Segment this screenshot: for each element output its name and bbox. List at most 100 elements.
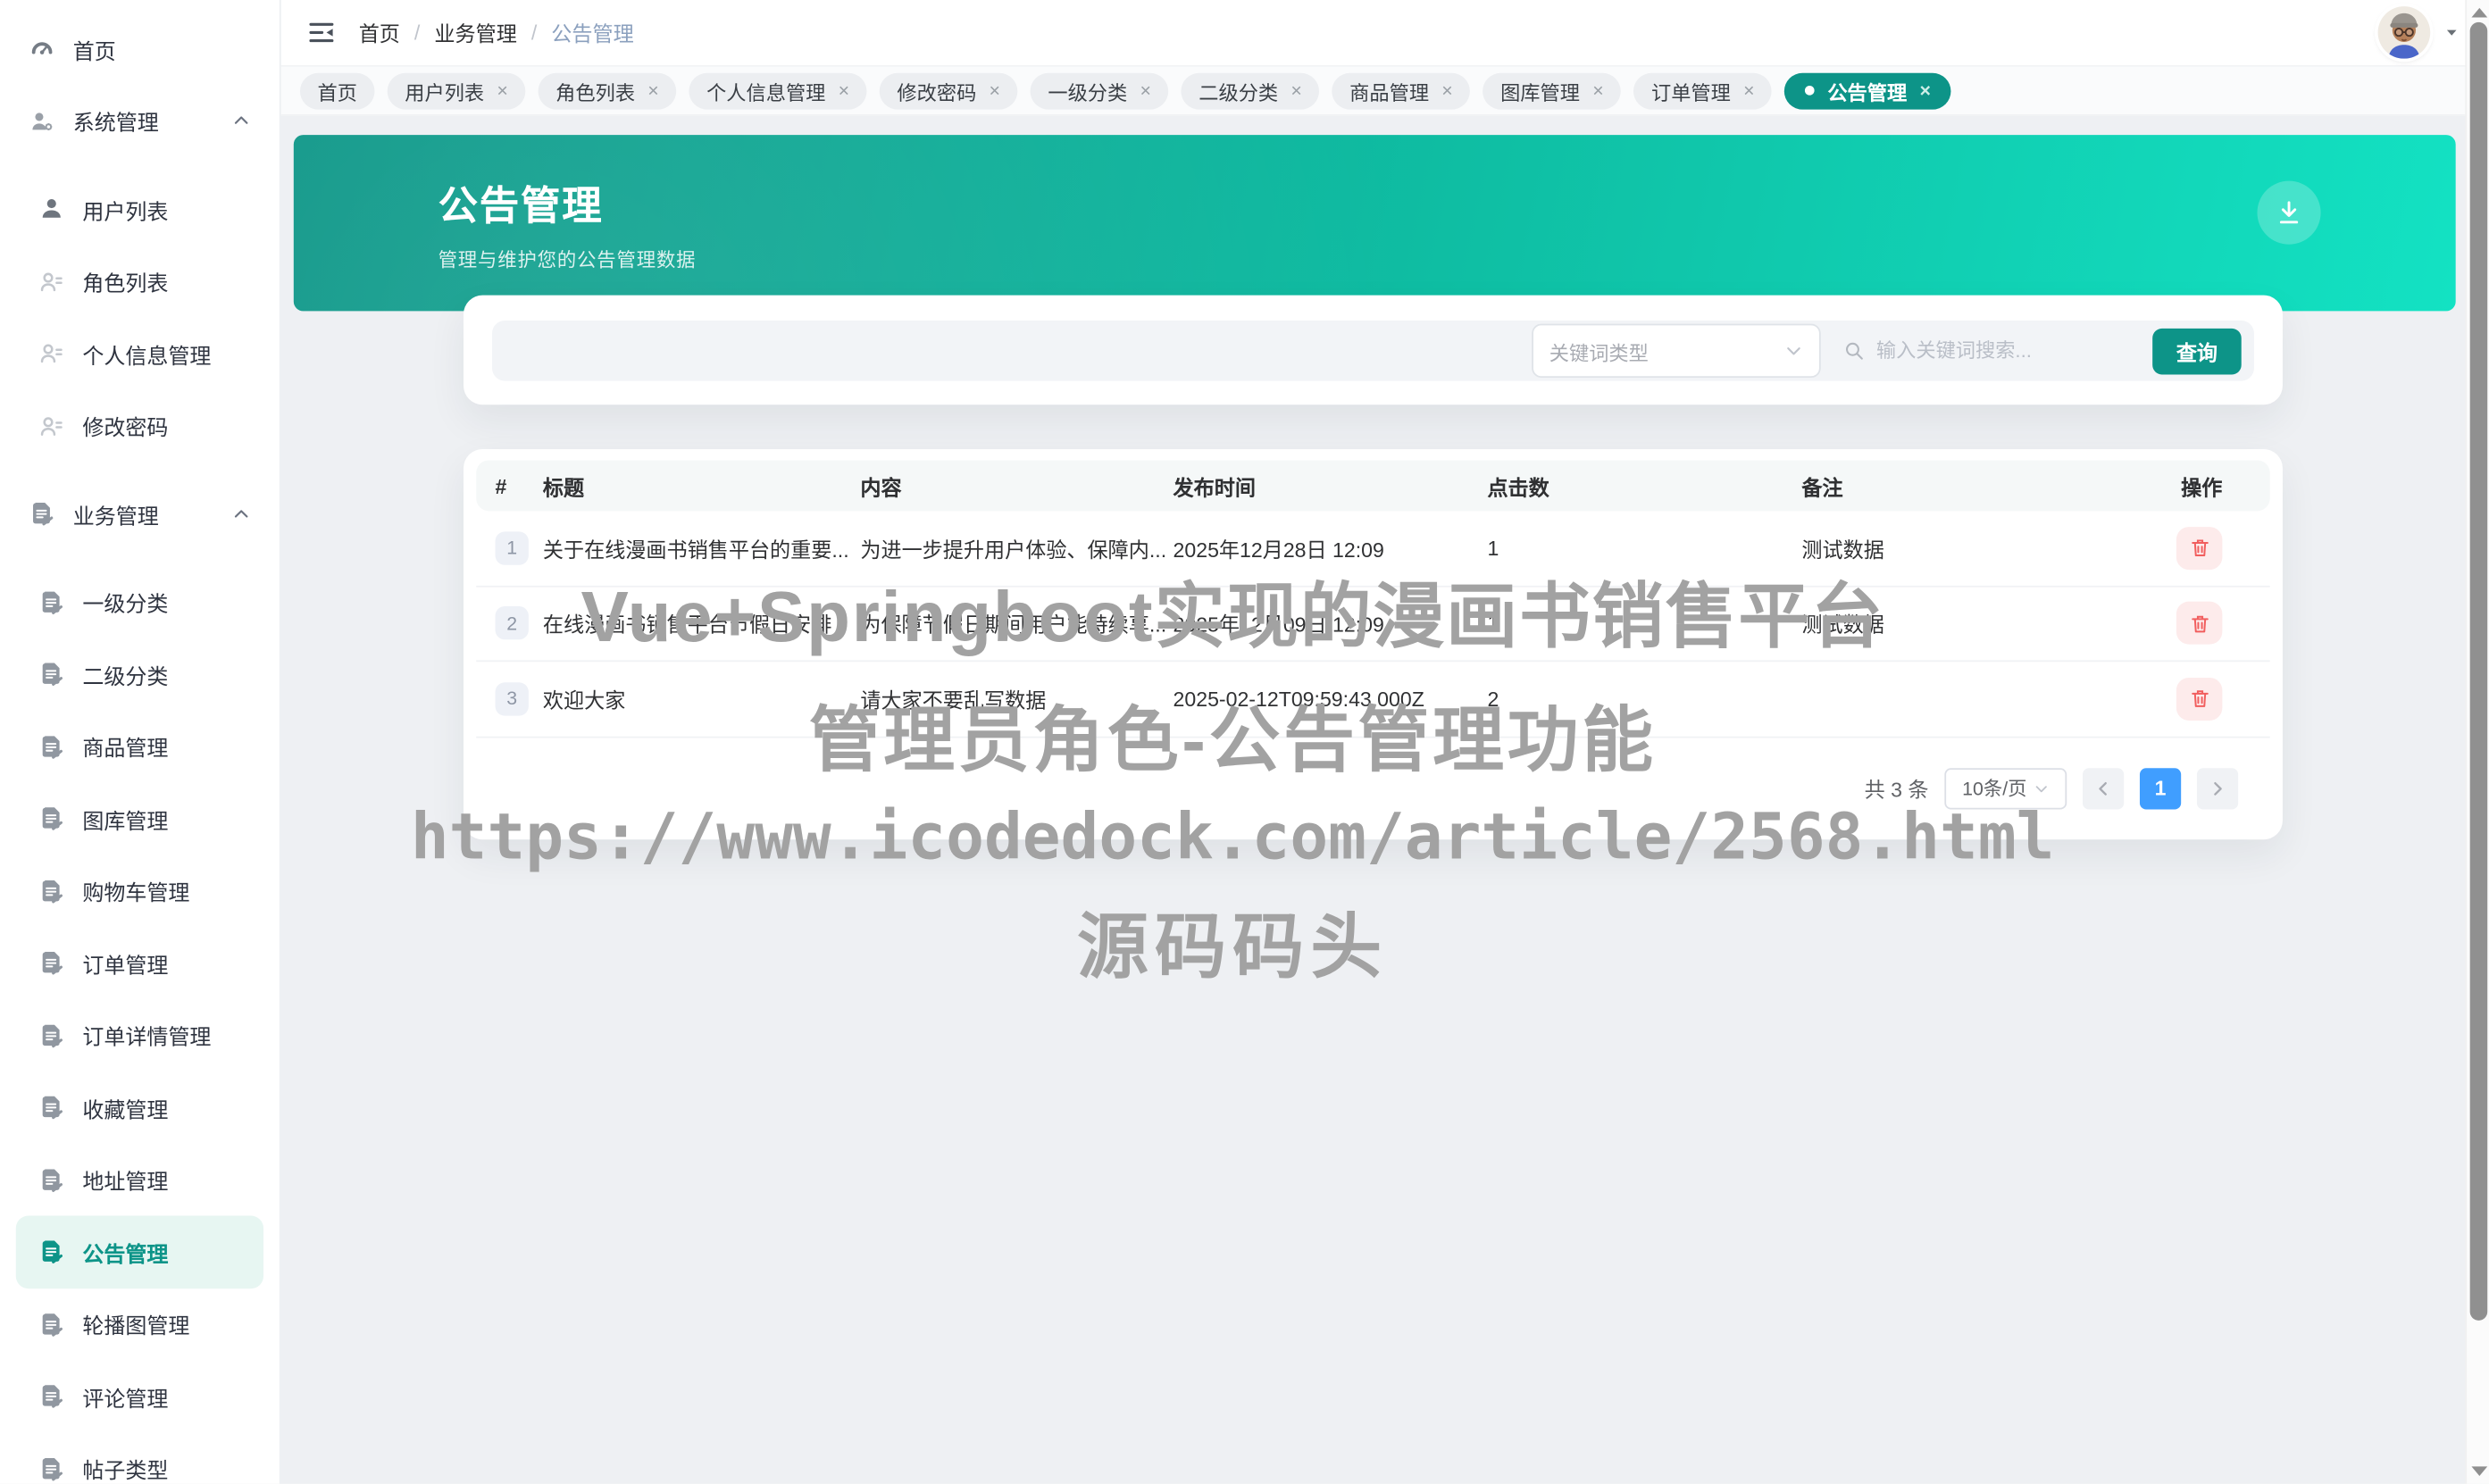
tab-product[interactable]: 商品管理 × (1332, 71, 1471, 109)
close-icon[interactable]: × (1140, 81, 1150, 100)
download-button[interactable] (2257, 180, 2321, 245)
sidebar-item-announcement[interactable]: 公告管理 (15, 1215, 264, 1288)
cell-content: 为进一步提升用户体验、保障内... (860, 538, 1167, 562)
close-icon[interactable]: × (1743, 81, 1754, 100)
close-icon[interactable]: × (1441, 81, 1452, 100)
sidebar-item-carousel[interactable]: 轮播图管理 (16, 1288, 263, 1360)
tab-category-2[interactable]: 二级分类 × (1181, 71, 1320, 109)
sidebar-item-address[interactable]: 地址管理 (16, 1144, 263, 1216)
prev-page-button[interactable] (2082, 767, 2125, 809)
cell-content: 为保障节假日期间用户能持续享... (860, 613, 1167, 638)
document-edit-icon (38, 1238, 65, 1265)
close-icon[interactable]: × (990, 81, 1000, 100)
table-row: 2 在线漫画书销售平台节假日安排 为保障节假日期间用户能持续享... 2025年… (476, 587, 2270, 663)
chevron-right-icon (2208, 779, 2226, 797)
trash-icon (2188, 613, 2210, 635)
pagination: 共 3 条 10条/页 1 (476, 738, 2269, 839)
sidebar-item-profile[interactable]: 个人信息管理 (16, 317, 263, 389)
menu-fold-icon[interactable] (306, 18, 337, 48)
close-icon[interactable]: × (1290, 81, 1301, 100)
avatar[interactable] (2377, 6, 2431, 59)
sidebar-item-label: 购物车管理 (82, 880, 190, 905)
chevron-left-icon (2093, 779, 2112, 797)
delete-button[interactable] (2176, 526, 2223, 570)
search-bar: 关键词类型 查询 (492, 321, 2254, 381)
tab-label: 商品管理 (1349, 81, 1430, 104)
sidebar-item-role-list[interactable]: 角色列表 (16, 246, 263, 318)
sidebar-group-business[interactable]: 业务管理 (16, 478, 263, 550)
close-icon[interactable]: × (1919, 81, 1930, 100)
trash-icon (2188, 537, 2210, 559)
sidebar-item-cart[interactable]: 购物车管理 (16, 855, 263, 927)
table-row: 1 关于在线漫画书销售平台的重要... 为进一步提升用户体验、保障内... 20… (476, 511, 2270, 587)
caret-down-icon (2443, 24, 2460, 42)
delete-button[interactable] (2176, 602, 2223, 646)
sidebar-group-system[interactable]: 系统管理 (16, 85, 263, 157)
sidebar-item-favorites[interactable]: 收藏管理 (16, 1071, 263, 1144)
user-list-icon (38, 413, 65, 439)
scroll-up-arrow[interactable] (2471, 7, 2488, 18)
tab-announcement[interactable]: 公告管理 × (1784, 71, 1952, 109)
cell-clicks: 1 (1487, 611, 1499, 636)
sidebar-item-label: 商品管理 (82, 737, 169, 761)
keyword-type-select[interactable]: 关键词类型 (1532, 323, 1821, 379)
sidebar-item-category-1[interactable]: 一级分类 (16, 566, 263, 638)
search-input[interactable] (1875, 339, 2131, 363)
col-content: 内容 (860, 475, 902, 499)
col-remark: 备注 (1801, 475, 1843, 499)
next-page-button[interactable] (2196, 767, 2239, 809)
sidebar-item-order-detail[interactable]: 订单详情管理 (16, 999, 263, 1071)
page-banner: 公告管理 管理与维护您的公告管理数据 (293, 135, 2456, 312)
tab-gallery[interactable]: 图库管理 × (1483, 71, 1622, 109)
document-edit-icon (38, 1455, 65, 1481)
document-edit-icon (38, 1383, 65, 1410)
sidebar-item-product[interactable]: 商品管理 (16, 710, 263, 782)
breadcrumb-home[interactable]: 首页 (359, 18, 400, 48)
tab-role-list[interactable]: 角色列表 × (538, 71, 677, 109)
cell-clicks: 2 (1487, 687, 1499, 711)
document-edit-icon (38, 1021, 65, 1048)
tab-label: 角色列表 (555, 81, 636, 104)
sidebar-item-post-type[interactable]: 帖子类型 (16, 1432, 263, 1484)
tab-order[interactable]: 订单管理 × (1633, 71, 1773, 109)
sidebar-item-home[interactable]: 首页 (16, 13, 263, 85)
cell-time: 2025-02-12T09:59:43.000Z (1173, 687, 1424, 711)
dashboard-icon (29, 36, 55, 63)
scroll-down-arrow[interactable] (2471, 1466, 2488, 1477)
search-icon (1843, 339, 1866, 362)
cell-title: 关于在线漫画书销售平台的重要... (542, 538, 849, 562)
sidebar: 首页 系统管理 用户列表 角色列表 个人信息管理 修改密码 业务管理 一级分类 … (0, 0, 281, 1484)
tab-password[interactable]: 修改密码 × (879, 71, 1018, 109)
table-row: 3 欢迎大家 请大家不要乱写数据 2025-02-12T09:59:43.000… (476, 662, 2270, 738)
user-menu[interactable] (2377, 6, 2460, 59)
breadcrumb-business[interactable]: 业务管理 (434, 18, 516, 48)
col-title: 标题 (542, 475, 585, 499)
tab-bar: 首页 用户列表 × 角色列表 × 个人信息管理 × 修改密码 × 一级分类 × (280, 66, 2489, 116)
sidebar-item-order[interactable]: 订单管理 (16, 927, 263, 999)
breadcrumb-separator: / (530, 21, 538, 45)
tab-profile[interactable]: 个人信息管理 × (689, 71, 867, 109)
user-icon (38, 196, 65, 222)
sidebar-item-label: 帖子类型 (82, 1458, 169, 1483)
scrollbar-thumb[interactable] (2469, 21, 2488, 1321)
close-icon[interactable]: × (497, 81, 507, 100)
tab-user-list[interactable]: 用户列表 × (387, 71, 526, 109)
sidebar-item-category-2[interactable]: 二级分类 (16, 638, 263, 711)
current-page[interactable]: 1 (2139, 767, 2182, 809)
close-icon[interactable]: × (1592, 81, 1603, 100)
sidebar-item-user-list[interactable]: 用户列表 (16, 173, 263, 246)
sidebar-item-comments[interactable]: 评论管理 (16, 1360, 263, 1432)
chevron-up-icon (232, 112, 251, 130)
sidebar-item-password[interactable]: 修改密码 (16, 389, 263, 462)
tab-label: 首页 (317, 81, 357, 104)
delete-button[interactable] (2176, 677, 2223, 721)
tab-category-1[interactable]: 一级分类 × (1030, 71, 1169, 109)
close-icon[interactable]: × (839, 81, 849, 100)
query-button[interactable]: 查询 (2152, 328, 2242, 374)
sidebar-item-gallery[interactable]: 图库管理 (16, 782, 263, 855)
close-icon[interactable]: × (647, 81, 658, 100)
tab-home[interactable]: 首页 (299, 71, 375, 109)
document-edit-icon (38, 1094, 65, 1121)
cell-content: 请大家不要乱写数据 (860, 688, 1047, 713)
page-size-select[interactable]: 10条/页 (1944, 767, 2067, 809)
